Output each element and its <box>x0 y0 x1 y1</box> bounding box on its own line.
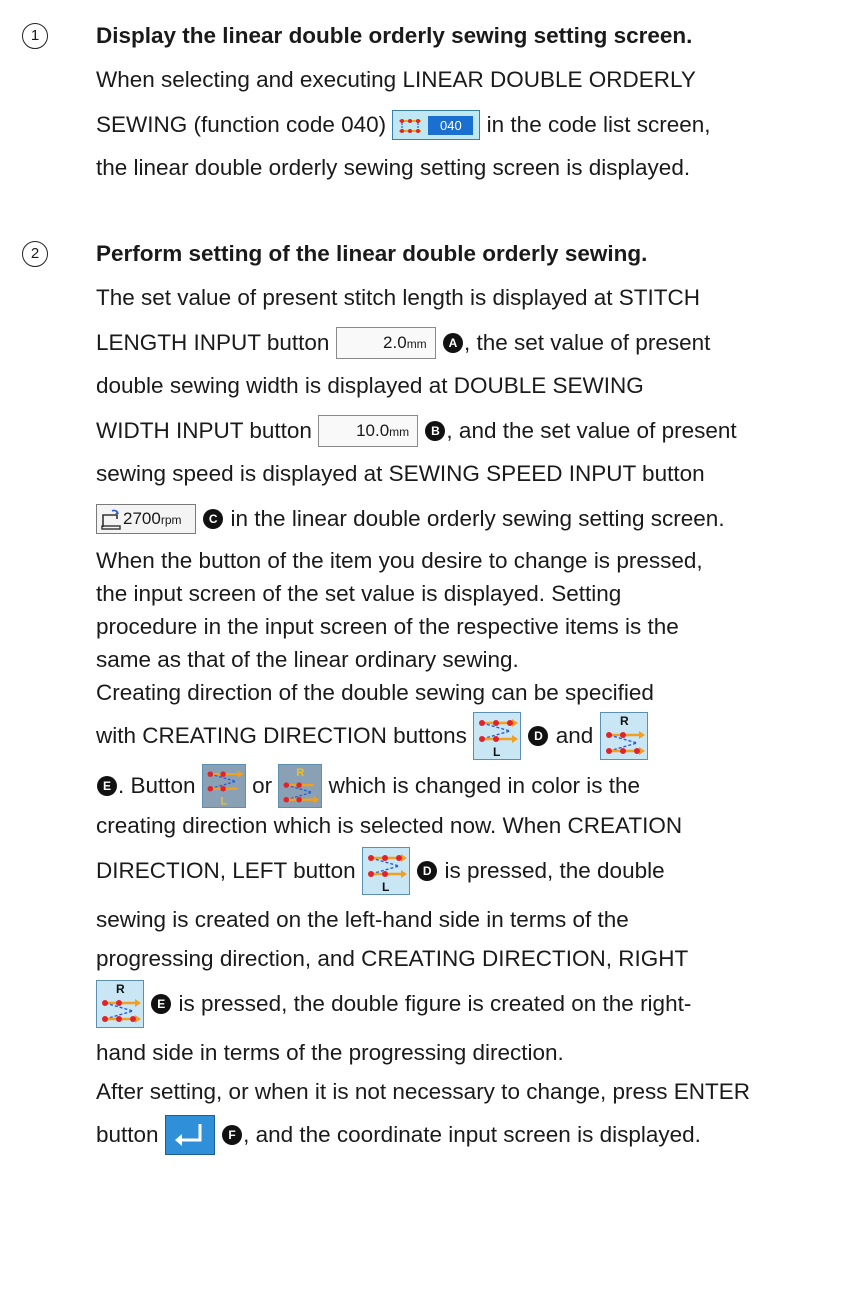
text-line: procedure in the input screen of the res… <box>96 614 679 639</box>
text-line: LENGTH INPUT button 2.0mm A, the set val… <box>96 320 832 364</box>
creating-direction-right-icon: R <box>283 767 320 804</box>
step-number: 2 <box>22 241 48 267</box>
text-fragment: is pressed, the double <box>444 858 665 884</box>
callout-marker-e: E <box>97 776 117 797</box>
creating-direction-left-button[interactable]: L <box>361 847 410 896</box>
direction-right-label: R <box>620 714 629 728</box>
text-line: the input screen of the set value is dis… <box>96 581 622 606</box>
text-line: R E is pressed, the double figure is cre… <box>96 975 832 1031</box>
text-fragment: or <box>252 773 273 799</box>
double-sewing-width-unit: mm <box>389 425 410 440</box>
text-line: E. Button L or R which is changed in col… <box>96 761 832 809</box>
text-line: sewing is created on the left-hand side … <box>96 907 629 932</box>
sewing-machine-icon <box>101 509 121 530</box>
text-fragment: which is changed in color is the <box>328 773 641 799</box>
enter-return-icon <box>174 1124 202 1147</box>
text-line: double sewing width is displayed at DOUB… <box>96 373 644 398</box>
text-fragment: in the linear double orderly sewing sett… <box>230 506 725 532</box>
callout-marker-e: E <box>151 994 172 1015</box>
text-line: Creating direction of the double sewing … <box>96 680 654 705</box>
text-line: sewing speed is displayed at SEWING SPEE… <box>96 461 705 486</box>
text-line: progressing direction, and CREATING DIRE… <box>96 946 689 971</box>
creating-direction-left-button[interactable]: L <box>473 712 522 761</box>
linear-double-orderly-sewing-code-button[interactable]: 040 <box>392 110 481 141</box>
text-line: 2700rpm C in the linear double orderly s… <box>96 496 832 540</box>
text-fragment: , the set value of present <box>463 330 711 356</box>
creating-direction-right-button[interactable]: R <box>96 980 144 1029</box>
text-fragment: , and the coordinate input screen is dis… <box>243 1122 701 1148</box>
text-line: WIDTH INPUT button 10.0mm B, and the set… <box>96 408 832 452</box>
direction-left-label: L <box>382 880 389 894</box>
text-fragment: SEWING (function code 040) <box>96 112 387 138</box>
text-line: with CREATING DIRECTION buttons L D and … <box>96 709 832 761</box>
text-line: When selecting and executing LINEAR DOUB… <box>96 67 696 92</box>
creating-direction-right-icon: R <box>102 982 141 1024</box>
text-fragment: , and the set value of present <box>446 418 737 444</box>
double-stitch-icon <box>399 119 422 134</box>
text-fragment: DIRECTION, LEFT button <box>96 858 356 884</box>
creating-direction-right-icon: R <box>605 714 645 756</box>
text-line: When the button of the item you desire t… <box>96 548 703 573</box>
text-line: DIRECTION, LEFT button L D is pressed, t… <box>96 842 832 898</box>
text-fragment: button <box>96 1122 159 1148</box>
creating-direction-left-icon: L <box>207 770 244 807</box>
creating-direction-right-selected-button: R <box>278 764 323 809</box>
creating-direction-left-icon: L <box>367 854 407 894</box>
callout-marker-c: C <box>203 509 224 530</box>
sewing-speed-unit: rpm <box>160 513 182 528</box>
creating-direction-right-button[interactable]: R <box>599 712 648 761</box>
text-fragment: . Button <box>118 773 196 799</box>
callout-marker-b: B <box>425 421 446 442</box>
function-code-label: 040 <box>428 116 474 136</box>
callout-marker-a: A <box>442 333 463 354</box>
sewing-speed-value: 2700 <box>123 509 161 529</box>
text-fragment: is pressed, the double figure is created… <box>178 991 692 1017</box>
text-line: SEWING (function code 040) 040 in the co… <box>96 102 832 146</box>
text-line: hand side in terms of the progressing di… <box>96 1040 564 1065</box>
double-sewing-width-value: 10.0 <box>356 421 390 441</box>
stitch-length-unit: mm <box>406 337 427 352</box>
text-fragment: with CREATING DIRECTION buttons <box>96 723 467 749</box>
text-line: After setting, or when it is not necessa… <box>96 1079 751 1104</box>
creating-direction-left-selected-button: L <box>201 764 246 809</box>
text-line: the linear double orderly sewing setting… <box>96 155 691 180</box>
double-sewing-width-input-button[interactable]: 10.0mm <box>318 415 419 448</box>
callout-marker-d: D <box>417 861 438 882</box>
text-line: same as that of the linear ordinary sewi… <box>96 647 519 672</box>
text-fragment: and <box>555 723 594 749</box>
step-heading: Perform setting of the linear double ord… <box>96 241 648 266</box>
text-fragment: WIDTH INPUT button <box>96 418 312 444</box>
text-line: The set value of present stitch length i… <box>96 285 701 310</box>
step-heading: Display the linear double orderly sewing… <box>96 23 693 48</box>
sewing-speed-input-button[interactable]: 2700rpm <box>96 504 196 535</box>
stitch-length-value: 2.0 <box>383 333 407 353</box>
direction-right-label: R <box>116 982 125 996</box>
direction-left-label: L <box>220 795 227 807</box>
creating-direction-left-icon: L <box>479 719 519 759</box>
enter-button[interactable] <box>164 1115 215 1156</box>
text-fragment: LENGTH INPUT button <box>96 330 330 356</box>
text-fragment: in the code list screen, <box>486 112 711 138</box>
stitch-length-input-button[interactable]: 2.0mm <box>335 327 436 360</box>
text-line: button F, and the coordinate input scree… <box>96 1108 832 1160</box>
text-line: creating direction which is selected now… <box>96 813 683 838</box>
direction-left-label: L <box>493 745 500 759</box>
callout-marker-d: D <box>528 726 549 747</box>
direction-right-label: R <box>297 767 305 779</box>
callout-marker-f: F <box>222 1125 243 1146</box>
step-number: 1 <box>22 23 48 49</box>
